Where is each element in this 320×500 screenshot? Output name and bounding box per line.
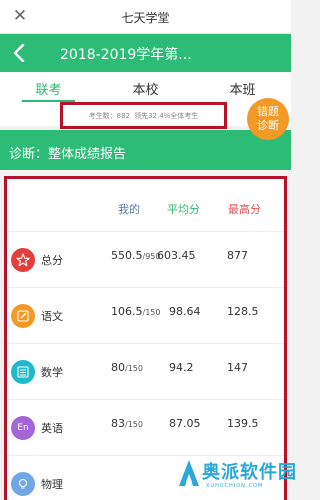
examinee-count: 考生数：882 [88, 111, 131, 120]
my-score: 106.5/150 [111, 305, 161, 318]
window-title: 七天学堂 [121, 11, 170, 25]
calculator-icon [11, 360, 35, 384]
subject-name: 英语 [41, 422, 63, 435]
diagnosis-title: 诊断：整体成绩报告 [0, 130, 291, 170]
my-score: 83/150 [111, 417, 143, 430]
tab-class[interactable]: 本班 [194, 72, 291, 102]
scope-tabs: 联考 本校 本班 [0, 72, 291, 102]
average-score: 98.64 [169, 305, 201, 318]
column-header-max: 最高分 [228, 203, 261, 216]
max-score: 147 [227, 361, 248, 374]
table-row[interactable]: En 英语 83/150 87.05 139.5 [7, 399, 284, 455]
lead-percentage: 领先32.4%全体考生 [134, 111, 199, 120]
subject-name: 语文 [41, 310, 63, 323]
average-score: 94.2 [169, 361, 194, 374]
table-row[interactable]: 总分 550.5/950 603.45 877 [7, 231, 284, 287]
page-title: 2018-2019学年第... [60, 47, 192, 63]
app-screen: ✕ 七天学堂 2018-2019学年第... 联考 本校 本班 考生数：882 … [0, 0, 296, 500]
max-score: 877 [227, 249, 248, 262]
window-title-bar: ✕ 七天学堂 [0, 0, 291, 34]
table-row[interactable]: 数学 80/150 94.2 147 [7, 343, 284, 399]
bulb-icon [11, 472, 35, 496]
subject-name: 数学 [41, 366, 63, 379]
watermark-subtext: XUHUCHION.COM [206, 483, 264, 489]
pencil-icon [11, 304, 35, 328]
stats-summary: 考生数：882 领先32.4%全体考生 [60, 102, 227, 129]
average-score: 87.05 [169, 417, 201, 430]
watermark-logo-icon [178, 458, 200, 492]
column-header-mine: 我的 [118, 203, 140, 216]
wrong-question-diagnosis-button[interactable]: 错题 诊断 [247, 98, 289, 140]
badge-line-2: 诊断 [257, 119, 279, 132]
column-header-average: 平均分 [167, 203, 200, 216]
badge-line-1: 错题 [257, 105, 279, 118]
star-icon [11, 248, 35, 272]
english-icon: En [11, 416, 35, 440]
table-row[interactable]: 语文 106.5/150 98.64 128.5 [7, 287, 284, 343]
max-score: 128.5 [227, 305, 259, 318]
tab-school[interactable]: 本校 [97, 72, 194, 102]
back-icon[interactable] [8, 42, 30, 64]
site-watermark: 奥派软件园 XUHUCHION.COM [176, 452, 296, 498]
page-header: 2018-2019学年第... [0, 34, 291, 72]
tab-joint-exam[interactable]: 联考 [0, 72, 97, 102]
max-score: 139.5 [227, 417, 259, 430]
subject-name: 物理 [41, 478, 63, 491]
my-score: 550.5/950 [111, 249, 161, 262]
watermark-text: 奥派软件园 [202, 462, 297, 483]
my-score: 80/150 [111, 361, 143, 374]
subject-name: 总分 [41, 254, 63, 267]
average-score: 603.45 [157, 249, 196, 262]
